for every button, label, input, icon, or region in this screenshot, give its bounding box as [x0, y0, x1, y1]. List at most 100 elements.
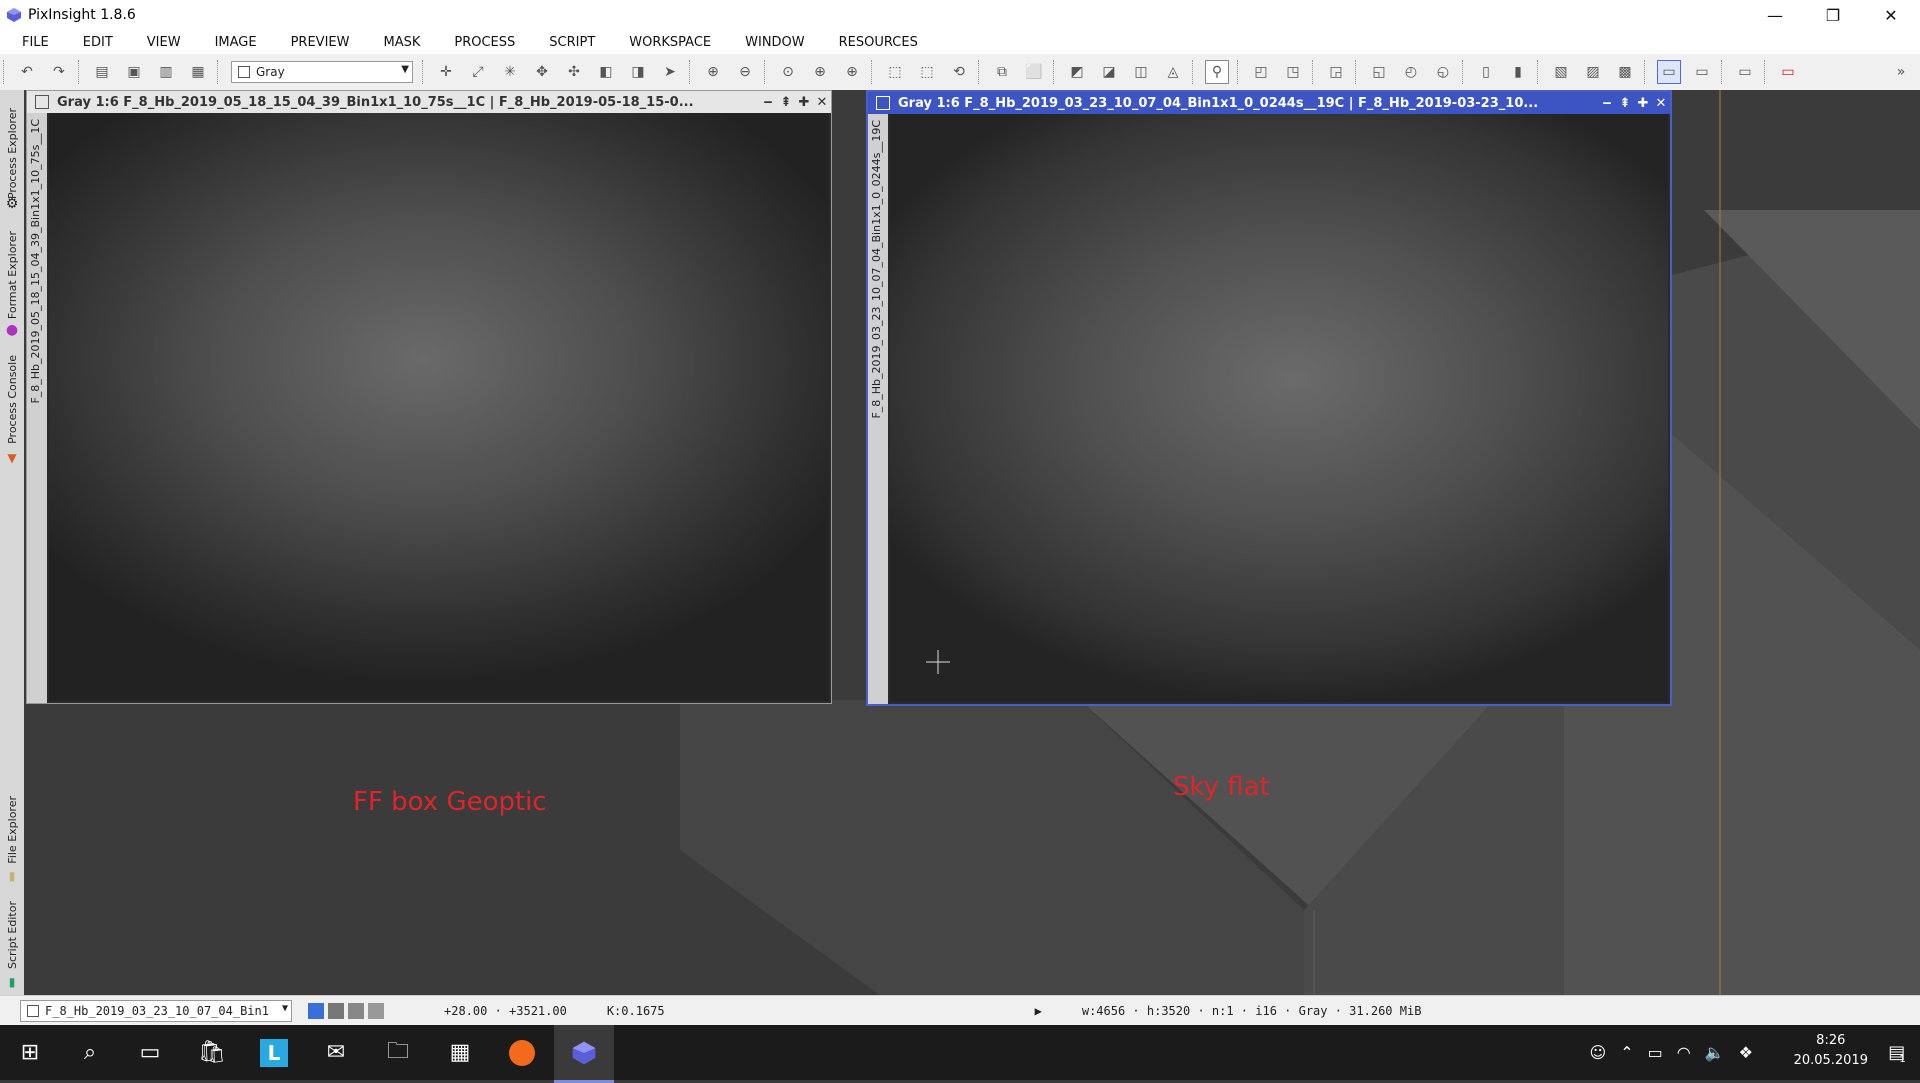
- restore-button[interactable]: ❐: [1804, 0, 1862, 30]
- readout-mode-icon[interactable]: ✛: [435, 61, 457, 83]
- minimize-button[interactable]: —: [1746, 0, 1804, 30]
- move-icon[interactable]: ✣: [563, 61, 585, 83]
- select-icon[interactable]: ➤: [659, 61, 681, 83]
- window-maximize-button[interactable]: ✚: [795, 95, 813, 110]
- taskbar-clock[interactable]: 8:26 20.05.2019: [1794, 1031, 1868, 1071]
- status-view-selector[interactable]: F_8_Hb_2019_03_23_10_07_04_Bin1 ▼: [20, 1000, 292, 1022]
- process-icon-3[interactable]: ▩: [1614, 61, 1636, 83]
- stf-auto-icon[interactable]: ◰: [1250, 61, 1272, 83]
- history-icon[interactable]: ▮: [1507, 61, 1529, 83]
- channel-gray3-button[interactable]: [368, 1003, 384, 1019]
- zoom-fit-icon[interactable]: ⤢: [467, 61, 489, 83]
- image-window-title-bar[interactable]: Gray 1:6 F_8_Hb_2019_05_18_15_04_39_Bin1…: [27, 91, 831, 113]
- menu-edit[interactable]: EDIT: [71, 35, 125, 50]
- menu-image[interactable]: IMAGE: [203, 35, 269, 50]
- mask-invert-icon[interactable]: ◫: [1130, 61, 1152, 83]
- save-as-icon[interactable]: ▦: [187, 61, 209, 83]
- play-icon[interactable]: ▶: [1035, 1004, 1042, 1018]
- toolbar-overflow-icon[interactable]: »: [1890, 61, 1912, 83]
- new-image-icon[interactable]: ▤: [91, 61, 113, 83]
- image-window-right[interactable]: Gray 1:6 F_8_Hb_2019_03_23_10_07_04_Bin1…: [866, 90, 1672, 706]
- workspace-4-icon[interactable]: ▭: [1777, 61, 1799, 83]
- undo-icon[interactable]: ↶: [16, 61, 38, 83]
- window-close-button[interactable]: ✕: [1652, 96, 1670, 111]
- task-view-icon[interactable]: ▭: [120, 1025, 180, 1080]
- close-button[interactable]: ✕: [1862, 0, 1920, 30]
- edit-preview-icon[interactable]: ◨: [627, 61, 649, 83]
- network-icon[interactable]: ◠: [1677, 1043, 1691, 1062]
- channel-g-icon[interactable]: ◵: [1432, 61, 1454, 83]
- dock-tab-format-explorer[interactable]: Format Explorer: [0, 220, 24, 330]
- cascade-icon[interactable]: ⧉: [991, 61, 1013, 83]
- notification-center-icon[interactable]: ▤ 1: [1874, 1025, 1920, 1080]
- calculator-icon[interactable]: ▦: [430, 1025, 490, 1080]
- image-window-title-bar[interactable]: Gray 1:6 F_8_Hb_2019_03_23_10_07_04_Bin1…: [868, 92, 1670, 114]
- zoom-in-2-icon[interactable]: ⊕: [809, 61, 831, 83]
- open-icon[interactable]: ▣: [123, 61, 145, 83]
- menu-mask[interactable]: MASK: [371, 35, 432, 50]
- zoom-1-1-icon[interactable]: ⊙: [777, 61, 799, 83]
- dropbox-icon[interactable]: ❖: [1739, 1043, 1753, 1062]
- file-explorer-taskbar-icon[interactable]: 🗀: [368, 1025, 428, 1080]
- save-icon[interactable]: ▥: [155, 61, 177, 83]
- rotate-view-icon[interactable]: ⟲: [948, 61, 970, 83]
- stf-reset-icon[interactable]: ◳: [1282, 61, 1304, 83]
- pan-icon[interactable]: ✥: [531, 61, 553, 83]
- process-icon-2[interactable]: ▨: [1582, 61, 1604, 83]
- show-hidden-icons-icon[interactable]: ⌃: [1620, 1043, 1633, 1062]
- app-l-icon[interactable]: L: [244, 1025, 304, 1080]
- explorer-icon[interactable]: ▯: [1475, 61, 1497, 83]
- menu-preview[interactable]: PREVIEW: [279, 35, 362, 50]
- window-close-button[interactable]: ✕: [813, 95, 831, 110]
- workspace-1-icon[interactable]: ▭: [1657, 60, 1681, 84]
- workspace-3-icon[interactable]: ▭: [1734, 61, 1756, 83]
- mask-remove-icon[interactable]: ◬: [1162, 61, 1184, 83]
- new-preview-icon[interactable]: ◧: [595, 61, 617, 83]
- zoom-in-icon[interactable]: ⊕: [702, 61, 724, 83]
- firefox-icon[interactable]: [492, 1025, 552, 1080]
- workspace-2-icon[interactable]: ▭: [1691, 61, 1713, 83]
- zoom-fill-icon[interactable]: ✳: [499, 61, 521, 83]
- channel-r-icon[interactable]: ◴: [1400, 61, 1422, 83]
- window-maximize-button[interactable]: ✚: [1634, 96, 1652, 111]
- dock-tab-file-explorer[interactable]: File Explorer: [0, 790, 24, 870]
- image-window-side-tab[interactable]: F_8_Hb_2019_05_18_15_04_39_Bin1x1_10_75s…: [27, 113, 47, 703]
- image-window-side-tab[interactable]: F_8_Hb_2019_03_23_10_07_04_Bin1x1_0_0244…: [868, 114, 888, 704]
- channel-rgb-icon[interactable]: ◱: [1368, 61, 1390, 83]
- view-selector[interactable]: Gray ▼: [231, 61, 413, 83]
- fit-window-icon[interactable]: ⬚: [916, 61, 938, 83]
- volume-icon[interactable]: 🔈: [1705, 1043, 1725, 1062]
- battery-icon[interactable]: ▭: [1648, 1043, 1663, 1062]
- image-canvas[interactable]: [49, 113, 829, 701]
- window-minimize-button[interactable]: ‒: [759, 95, 777, 110]
- window-minimize-button[interactable]: ‒: [1598, 96, 1616, 111]
- windows-start-icon[interactable]: ⊞: [0, 1025, 60, 1080]
- menu-workspace[interactable]: WORKSPACE: [617, 35, 723, 50]
- mask-enable-icon[interactable]: ◩: [1066, 61, 1088, 83]
- fit-view-icon[interactable]: ⬚: [884, 61, 906, 83]
- stf-edit-icon[interactable]: ◲: [1325, 61, 1347, 83]
- stf-link-icon[interactable]: ⚲: [1205, 60, 1229, 84]
- pixinsight-taskbar-icon[interactable]: [554, 1025, 614, 1083]
- channel-gray2-button[interactable]: [348, 1003, 364, 1019]
- tile-icon[interactable]: ⬜: [1023, 61, 1045, 83]
- menu-file[interactable]: FILE: [10, 35, 61, 50]
- channel-blue-button[interactable]: [308, 1003, 324, 1019]
- dock-tab-script-editor[interactable]: Script Editor: [0, 895, 24, 975]
- channel-gray1-button[interactable]: [328, 1003, 344, 1019]
- menu-view[interactable]: VIEW: [135, 35, 193, 50]
- menu-script[interactable]: SCRIPT: [537, 35, 607, 50]
- image-canvas[interactable]: [890, 114, 1668, 702]
- mask-show-icon[interactable]: ◪: [1098, 61, 1120, 83]
- menu-window[interactable]: WINDOW: [733, 35, 817, 50]
- redo-icon[interactable]: ↷: [48, 61, 70, 83]
- window-shade-button[interactable]: ⇞: [1616, 96, 1634, 111]
- search-icon[interactable]: ⌕: [60, 1025, 120, 1080]
- window-shade-button[interactable]: ⇞: [777, 95, 795, 110]
- mail-icon[interactable]: ✉: [306, 1025, 366, 1080]
- people-icon[interactable]: ☺: [1590, 1043, 1607, 1062]
- zoom-out-2-icon[interactable]: ⊕: [841, 61, 863, 83]
- image-window-left[interactable]: Gray 1:6 F_8_Hb_2019_05_18_15_04_39_Bin1…: [26, 90, 832, 704]
- dock-tab-process-console[interactable]: Process Console: [0, 344, 24, 454]
- menu-process[interactable]: PROCESS: [442, 35, 527, 50]
